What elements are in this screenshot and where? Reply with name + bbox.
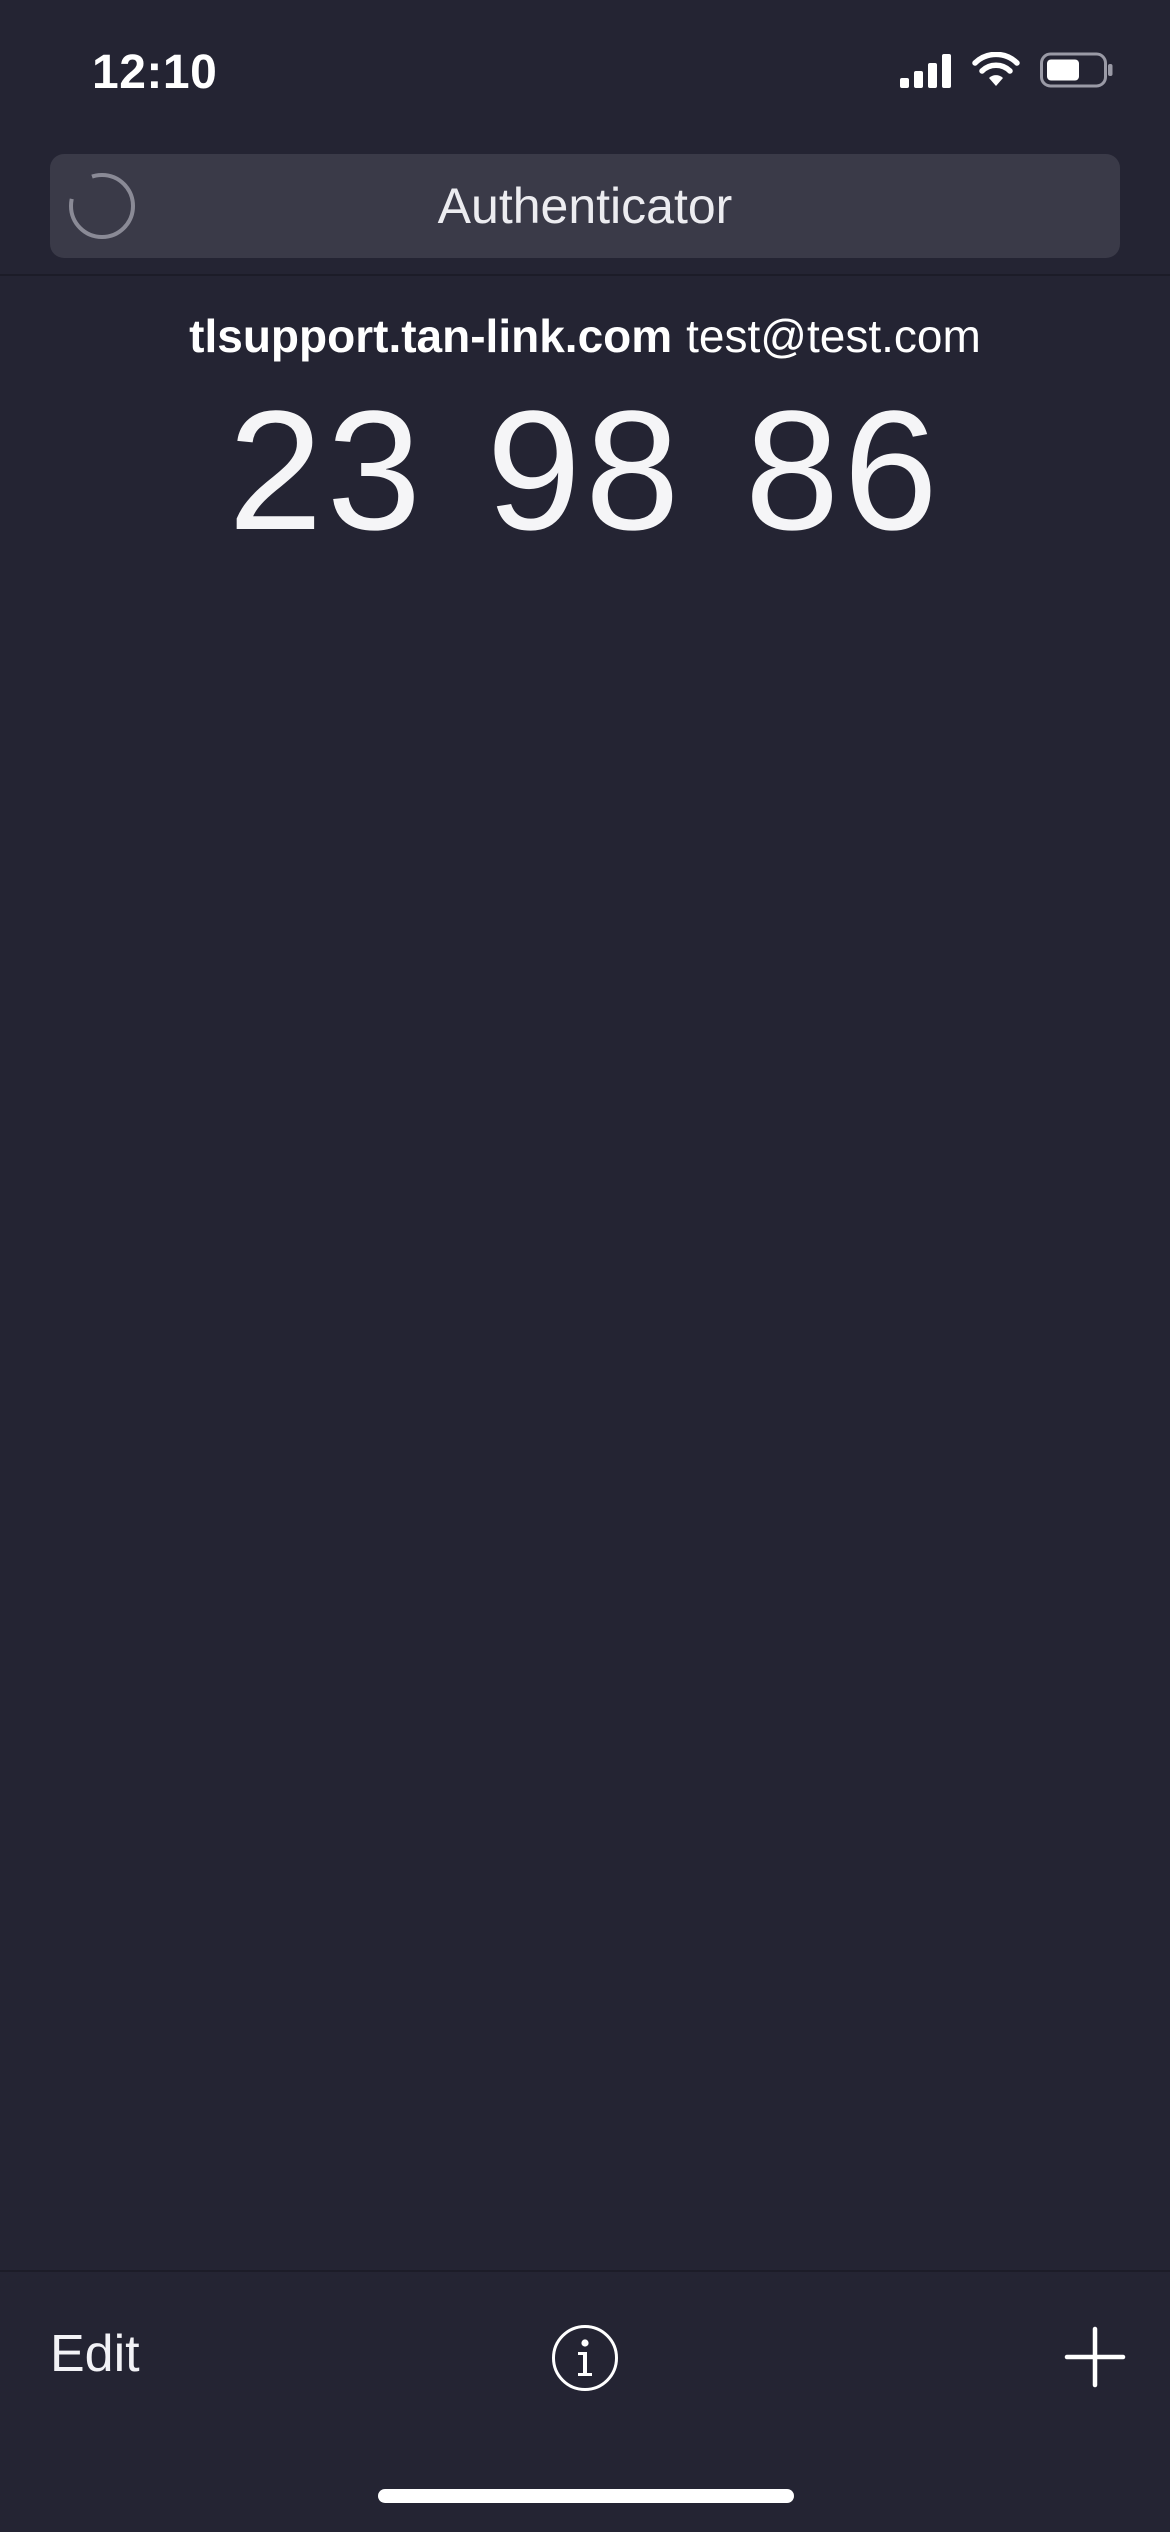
title-bar: Authenticator [50, 154, 1120, 258]
token-issuer: tlsupport.tan-link.com [189, 310, 673, 362]
plus-icon[interactable] [1064, 2326, 1126, 2388]
token-label: tlsupport.tan-link.com test@test.com [0, 296, 1170, 376]
page-title: Authenticator [437, 178, 733, 234]
header: Authenticator [0, 150, 1170, 276]
bottom-toolbar: Edit [0, 2270, 1170, 2442]
status-icons [900, 52, 1114, 88]
edit-button[interactable]: Edit [50, 2324, 140, 2384]
info-icon[interactable] [551, 2324, 619, 2392]
token-list-item[interactable]: tlsupport.tan-link.com test@test.com 23 9… [0, 296, 1170, 566]
status-bar: 12:10 [0, 0, 1170, 150]
cellular-signal-icon [900, 54, 951, 88]
status-time: 12:10 [92, 46, 218, 99]
home-indicator[interactable] [378, 2489, 794, 2503]
token-account: test@test.com [686, 310, 981, 362]
battery-icon [1040, 52, 1113, 88]
token-code[interactable]: 23 98 86 [0, 376, 1170, 566]
wifi-icon [972, 52, 1020, 86]
